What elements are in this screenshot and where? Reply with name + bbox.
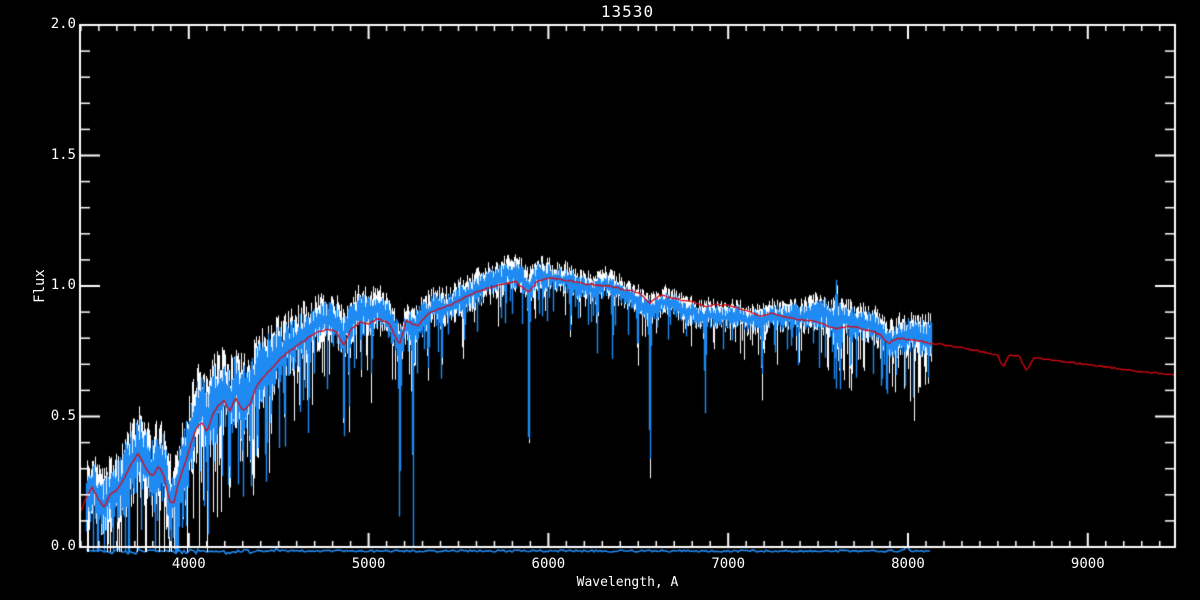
spectrum-plot-window: 13530 Wavelength, A Flux 4000 5000 6000 700… [0, 0, 1200, 600]
x-tick-label: 4000 [171, 556, 206, 572]
x-axis-label: Wavelength, A [576, 575, 679, 590]
y-tick-label: 2.0 [50, 16, 76, 32]
x-tick-label: 8000 [891, 556, 925, 572]
x-tick-label: 5000 [351, 556, 386, 572]
x-tick-label: 7000 [711, 556, 746, 572]
chart-title: 13530 [600, 2, 655, 21]
spectrum-canvas [0, 0, 1200, 600]
y-tick-label: 0.0 [50, 538, 76, 554]
y-tick-label: 1.5 [50, 146, 76, 163]
x-tick-label: 6000 [531, 556, 566, 572]
y-tick-label: 0.5 [50, 407, 76, 424]
y-tick-label: 1.0 [50, 277, 76, 293]
x-tick-label: 9000 [1070, 556, 1105, 572]
